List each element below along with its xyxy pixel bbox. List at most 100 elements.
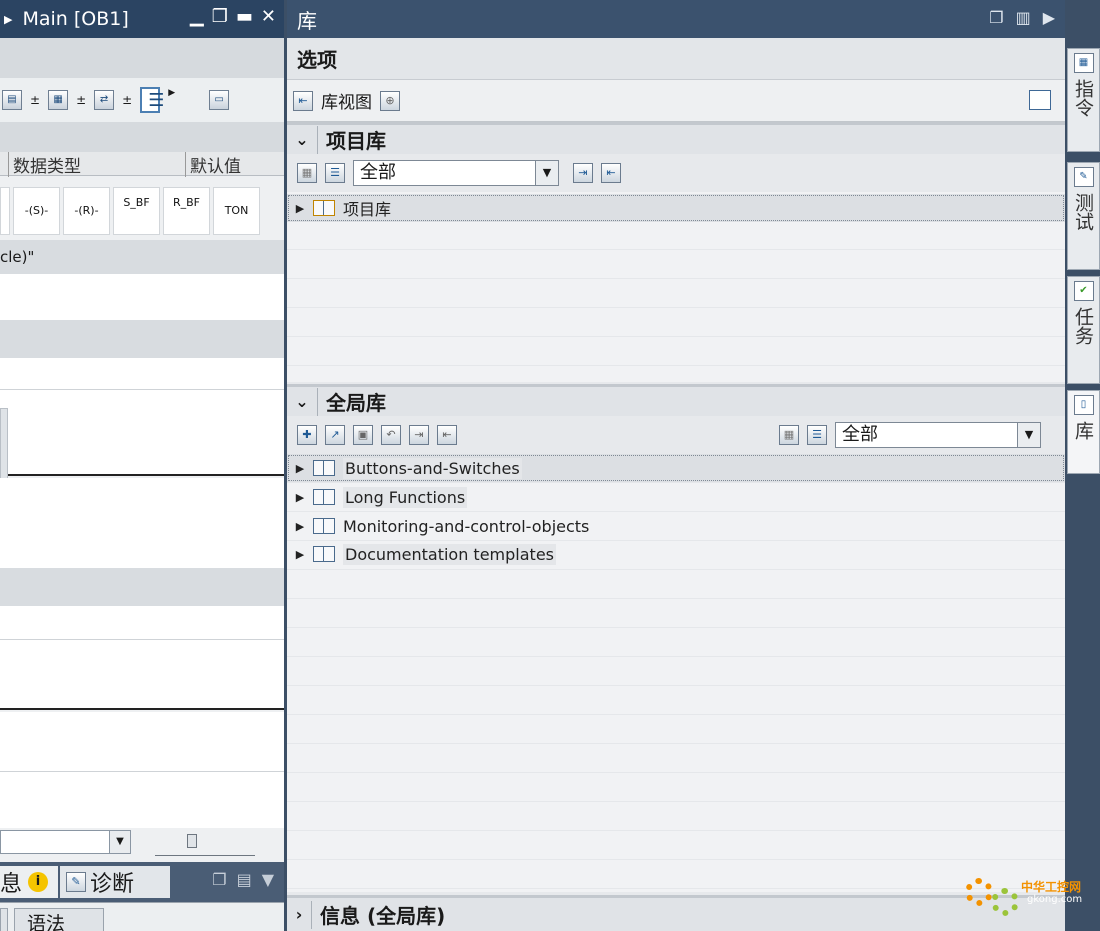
library-properties-icon[interactable]: ⊕ xyxy=(380,90,400,111)
subtab-syntax[interactable]: 语法 xyxy=(14,908,104,931)
ladder-instruction-bar: -(S)- -(R)- S_BF R_BF TON xyxy=(0,185,284,237)
maximize-icon[interactable]: ▬ xyxy=(236,6,253,27)
maximize-icon[interactable]: ▤ xyxy=(237,870,252,889)
new-library-icon[interactable]: ✚ xyxy=(297,425,317,445)
watermark-logo: 中华工控网 gkong.com xyxy=(965,872,1095,918)
info-icon: i xyxy=(28,872,49,892)
options-header: 选项 xyxy=(287,38,1065,80)
network-comment-row[interactable] xyxy=(0,274,284,320)
import-icon[interactable]: ⇤ xyxy=(437,425,457,445)
tab-testing[interactable]: ✎ 测试 xyxy=(1067,162,1100,270)
expand-triangle-icon[interactable]: ▶ xyxy=(287,202,313,215)
dropdown-arrow-icon[interactable]: ± xyxy=(76,93,86,107)
divider xyxy=(311,900,312,929)
project-library-title: 项目库 xyxy=(326,129,386,153)
ladder-rung[interactable] xyxy=(0,712,284,772)
new-folder-icon[interactable]: ▦ xyxy=(779,425,799,445)
network-title-row: cle)" xyxy=(0,240,284,274)
tab-tasks[interactable]: ✔ 任务 xyxy=(1067,276,1100,384)
restore-icon[interactable]: ❐ xyxy=(212,6,228,27)
tab-tasks-label: 任务 xyxy=(1072,307,1094,345)
network-comment-row[interactable] xyxy=(0,358,284,390)
panel-toggle-icon[interactable]: ▭ xyxy=(209,90,230,110)
network-comment-row[interactable] xyxy=(0,606,284,640)
compare-icon[interactable]: ⇄ xyxy=(94,90,115,110)
restore-icon[interactable]: ❐ xyxy=(212,870,226,889)
slider-knob[interactable] xyxy=(187,834,197,848)
reset-bit-field-button[interactable]: R_BF xyxy=(163,187,210,235)
more-arrow-icon[interactable]: ▶ xyxy=(168,88,175,98)
network-header-row xyxy=(0,320,284,358)
close-icon[interactable]: ✕ xyxy=(261,6,276,27)
restore-icon[interactable]: ❐ xyxy=(989,8,1003,27)
chevron-down-icon[interactable]: ▼ xyxy=(535,160,559,186)
tab-instructions[interactable]: ▦ 指令 xyxy=(1067,48,1100,152)
export-icon[interactable]: ⇥ xyxy=(573,163,593,183)
chevron-down-icon[interactable]: ⌄ xyxy=(287,392,317,411)
task-card-tabs: ▦ 指令 ✎ 测试 ✔ 任务 ▯ 库 xyxy=(1065,0,1100,931)
ladder-rung[interactable] xyxy=(0,478,284,568)
insert-network-icon[interactable]: ▤ xyxy=(2,90,22,110)
library-view-label[interactable]: 库视图 xyxy=(321,88,372,113)
open-library-view-icon[interactable]: ⇤ xyxy=(293,90,313,111)
open-library-icon[interactable]: ↗ xyxy=(325,425,345,445)
minimize-icon[interactable]: ▁ xyxy=(190,6,204,27)
info-global-library-bar[interactable]: › 信息 (全局库) xyxy=(287,895,1065,931)
close-library-icon[interactable]: ↶ xyxy=(381,425,401,445)
filter-value: 全部 xyxy=(842,424,878,445)
chevron-down-icon[interactable]: ⌄ xyxy=(287,130,317,149)
new-folder-icon[interactable]: ▦ xyxy=(297,163,317,183)
chevron-down-icon[interactable]: ▼ xyxy=(1017,422,1041,448)
ladder-rung[interactable] xyxy=(0,640,284,710)
expand-triangle-icon[interactable]: ▶ xyxy=(287,491,313,504)
global-library-header[interactable]: ⌄ 全局库 xyxy=(287,384,1065,416)
zoom-select[interactable]: ▼ xyxy=(0,830,131,854)
column-data-type[interactable]: 数据类型 xyxy=(8,152,81,177)
import-icon[interactable]: ⇤ xyxy=(601,163,621,183)
list-view-icon[interactable]: ☰ xyxy=(807,425,827,445)
zoom-slider[interactable] xyxy=(155,834,255,856)
split-view-icon[interactable]: ▥ xyxy=(1016,8,1031,27)
subtab[interactable] xyxy=(0,908,8,931)
reset-coil-button[interactable]: -(R)- xyxy=(63,187,110,235)
block-icon[interactable]: ▦ xyxy=(48,90,69,110)
expand-triangle-icon[interactable]: ▶ xyxy=(287,548,313,561)
set-bit-field-button[interactable]: S_BF xyxy=(113,187,160,235)
tab-info[interactable]: 息 i xyxy=(0,866,58,898)
set-coil-button[interactable]: -(S)- xyxy=(13,187,60,235)
tab-instructions-label: 指令 xyxy=(1072,79,1094,117)
ladder-rung[interactable] xyxy=(0,390,284,476)
list-view-icon[interactable]: ☰ xyxy=(140,87,164,113)
tree-item-buttons-and-switches[interactable]: ▶ Buttons-and-Switches xyxy=(287,454,1065,482)
tree-item-monitoring-and-control-objects[interactable]: ▶ Monitoring-and-control-objects xyxy=(287,512,1065,540)
column-default-value[interactable]: 默认值 xyxy=(185,152,241,177)
export-icon[interactable]: ⇥ xyxy=(409,425,429,445)
tab-libraries[interactable]: ▯ 库 xyxy=(1067,390,1100,474)
collapse-right-icon[interactable]: ▶ xyxy=(1043,8,1055,27)
expand-triangle-icon[interactable]: ▶ xyxy=(287,462,313,475)
ladder-rung[interactable] xyxy=(0,772,284,828)
dropdown-arrow-icon[interactable]: ± xyxy=(30,93,40,107)
project-library-toolbar: ▦ ☰ 全部 ▼ ⇥ ⇤ xyxy=(287,156,1065,190)
tree-item-label: Buttons-and-Switches xyxy=(343,457,522,479)
global-library-filter[interactable]: 全部 ▼ xyxy=(835,422,1041,448)
tasks-icon: ✔ xyxy=(1073,281,1094,301)
expand-triangle-icon[interactable]: ▶ xyxy=(287,520,313,533)
tree-item-documentation-templates[interactable]: ▶ Documentation templates xyxy=(287,540,1065,568)
expand-triangle-icon[interactable]: ▶ xyxy=(4,13,12,26)
chevron-down-icon[interactable]: ▼ xyxy=(262,870,274,889)
project-library-filter[interactable]: 全部 ▼ xyxy=(353,160,559,186)
chevron-down-icon[interactable]: ▼ xyxy=(109,830,131,854)
list-view-icon[interactable]: ☰ xyxy=(325,163,345,183)
save-library-icon[interactable]: ▣ xyxy=(353,425,373,445)
tab-diagnostics[interactable]: ✎ 诊断 xyxy=(60,866,170,898)
ladder-wire-button[interactable] xyxy=(0,187,10,235)
panel-layout-icon[interactable] xyxy=(1029,90,1051,110)
chevron-right-icon[interactable]: › xyxy=(287,905,311,924)
tree-item-project-library[interactable]: ▶ 项目库 xyxy=(287,194,1065,222)
editor-strip xyxy=(0,122,284,152)
project-library-header[interactable]: ⌄ 项目库 xyxy=(287,122,1065,154)
timer-on-button[interactable]: TON xyxy=(213,187,260,235)
tree-item-long-functions[interactable]: ▶ Long Functions xyxy=(287,483,1065,511)
dropdown-arrow-icon[interactable]: ± xyxy=(122,93,132,107)
